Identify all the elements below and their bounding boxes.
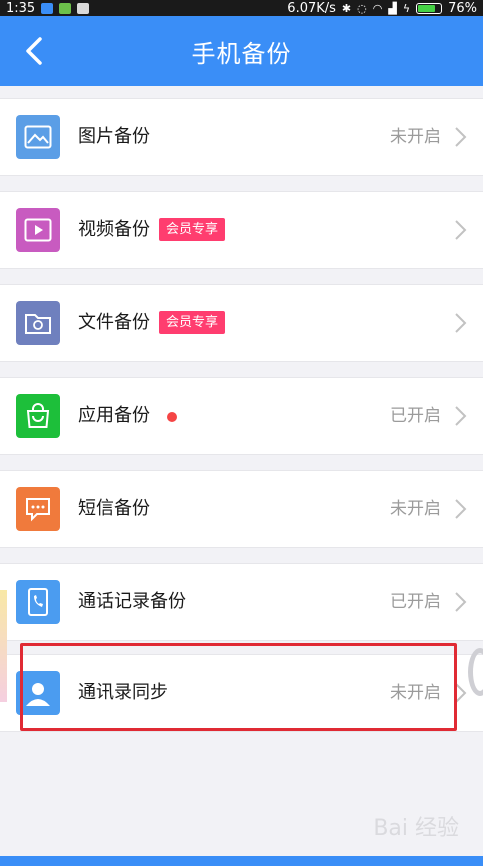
chevron-right-icon <box>455 592 467 612</box>
list-item-app-backup[interactable]: 应用备份 已开启 <box>0 377 483 455</box>
item-label: 应用备份 <box>78 405 150 426</box>
bottom-bar <box>0 856 483 866</box>
app-notification-icon <box>77 2 90 14</box>
folder-sync-icon <box>16 301 60 345</box>
item-label: 视频备份 <box>78 219 150 240</box>
list-item-contacts-sync[interactable]: 通讯录同步 未开启 <box>0 654 483 732</box>
item-label: 通话记录备份 <box>78 591 186 612</box>
back-button[interactable] <box>16 33 52 69</box>
watermark: Bai 经验 <box>373 816 459 841</box>
chevron-right-icon <box>455 683 467 703</box>
status-bar-right: 6.07K/s ✱ ◌ ◠ ▟ ϟ 76% <box>287 1 477 16</box>
vip-badge: 会员专享 <box>159 311 226 334</box>
video-icon <box>16 208 60 252</box>
item-label: 文件备份 <box>78 312 150 333</box>
network-speed: 6.07K/s <box>287 0 336 16</box>
item-label: 短信备份 <box>78 498 150 519</box>
bluetooth-icon: ✱ <box>341 1 352 15</box>
mute-icon: ◌ <box>357 1 367 15</box>
download-notification-icon <box>41 2 54 14</box>
image-icon <box>16 115 60 159</box>
shopping-bag-icon <box>16 394 60 438</box>
battery-icon <box>416 2 443 14</box>
list-item-video-backup[interactable]: 视频备份 会员专享 <box>0 191 483 269</box>
wifi-icon: ◠ <box>372 1 383 15</box>
list-item-photo-backup[interactable]: 图片备份 未开启 <box>0 98 483 176</box>
status-bar-left: 1:35 <box>6 0 90 16</box>
chevron-right-icon <box>455 220 467 240</box>
app-header: 手机备份 <box>0 16 483 86</box>
item-status: 未开启 <box>390 683 441 703</box>
chevron-right-icon <box>455 406 467 426</box>
item-label: 图片备份 <box>78 126 150 147</box>
contact-icon <box>16 671 60 715</box>
status-time: 1:35 <box>6 0 36 16</box>
new-indicator-dot <box>167 412 177 422</box>
background-edge-decoration <box>0 590 7 702</box>
vip-badge: 会员专享 <box>159 218 226 241</box>
item-status: 未开启 <box>390 127 441 147</box>
item-status: 未开启 <box>390 499 441 519</box>
chevron-right-icon <box>455 313 467 333</box>
page-title: 手机备份 <box>191 39 292 68</box>
list-item-call-log-backup[interactable]: 通话记录备份 已开启 <box>0 563 483 641</box>
item-status: 已开启 <box>390 406 441 426</box>
list-item-sms-backup[interactable]: 短信备份 未开启 <box>0 470 483 548</box>
battery-percent: 76% <box>448 0 477 16</box>
item-label: 通讯录同步 <box>78 682 168 703</box>
chevron-left-icon <box>26 37 42 65</box>
call-log-icon <box>16 580 60 624</box>
android-notification-icon <box>59 2 72 14</box>
message-icon <box>16 487 60 531</box>
status-bar: 1:35 6.07K/s ✱ ◌ ◠ ▟ ϟ 76% <box>0 0 483 16</box>
signal-icon: ▟ <box>388 1 397 15</box>
item-status: 已开启 <box>390 592 441 612</box>
chevron-right-icon <box>455 127 467 147</box>
chevron-right-icon <box>455 499 467 519</box>
charging-icon: ϟ <box>402 1 411 15</box>
list-item-file-backup[interactable]: 文件备份 会员专享 <box>0 284 483 362</box>
